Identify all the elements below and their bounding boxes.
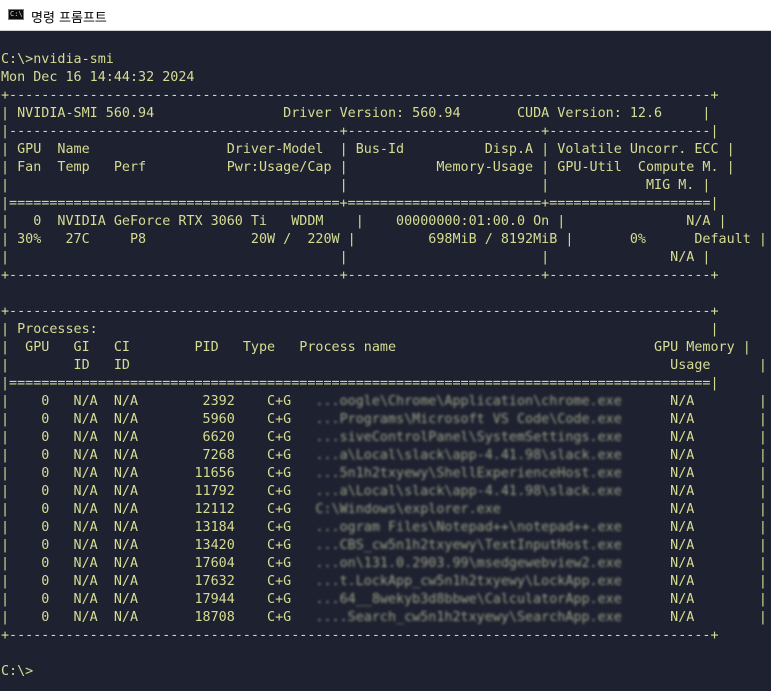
gpu-header-row-2: | Fan Temp Perf Pwr:Usage/Cap | Memory-U… (1, 160, 735, 175)
process-name: ...ogram Files\Notepad++\notepad++.exe (315, 520, 638, 535)
process-mem: N/A | (670, 394, 767, 409)
process-mem: N/A | (670, 502, 767, 517)
table-border: +---------------------------------------… (1, 628, 719, 643)
process-row: | 0 N/A N/A 7268 C+G (1, 448, 316, 463)
process-mem: N/A | (670, 538, 767, 553)
process-row: | 0 N/A N/A 13184 C+G (1, 520, 316, 535)
process-mem: N/A | (670, 430, 767, 445)
process-row: | 0 N/A N/A 17604 C+G (1, 556, 316, 571)
table-border: |=======================================… (1, 196, 719, 211)
process-name: ...siveControlPanel\SystemSettings.exe (315, 430, 638, 445)
gpu-header-row-1: | GPU Name Driver-Model | Bus-Id Disp.A … (1, 142, 735, 157)
process-name: ...oogle\Chrome\Application\chrome.exe (315, 394, 638, 409)
table-border: +---------------------------------------… (1, 304, 719, 319)
process-row: | 0 N/A N/A 12112 C+G (1, 502, 316, 517)
table-border: +---------------------------------------… (1, 268, 719, 283)
process-row: | 0 N/A N/A 18708 C+G (1, 610, 316, 625)
gpu-row-2: | 30% 27C P8 20W / 220W | 698MiB / 8192M… (1, 232, 767, 247)
process-header-row-2: | ID ID Usage | (1, 358, 767, 373)
table-border: |=======================================… (1, 376, 719, 391)
process-name: ...a\Local\slack\app-4.41.98\slack.exe (315, 448, 638, 463)
process-name: ...a\Local\slack\app-4.41.98\slack.exe (315, 484, 638, 499)
process-name: ...5n1h2txyewy\ShellExperienceHost.exe (315, 466, 638, 481)
process-row: | 0 N/A N/A 11792 C+G (1, 484, 316, 499)
process-row: | 0 N/A N/A 11656 C+G (1, 466, 316, 481)
command-prompt: C:\> (1, 52, 34, 67)
gpu-header-row-3: | | | MIG M. | (1, 178, 711, 193)
process-mem: N/A | (670, 592, 767, 607)
process-mem: N/A | (670, 466, 767, 481)
process-row: | 0 N/A N/A 6620 C+G (1, 430, 316, 445)
window-title: 명령 프롬프트 (31, 11, 107, 26)
cmd-icon-text: C:\ (10, 10, 23, 18)
gpu-row-1: | 0 NVIDIA GeForce RTX 3060 Ti WDDM | 00… (1, 214, 727, 229)
process-row: | 0 N/A N/A 13420 C+G (1, 538, 316, 553)
final-prompt: C:\> (1, 664, 34, 679)
process-name: ...t.LockApp_cw5n1h2txyewy\LockApp.exe (315, 574, 638, 589)
process-name: ....Search_cw5n1h2txyewy\SearchApp.exe (315, 610, 638, 625)
process-name: ...on\131.0.2903.99\msedgewebview2.exe (315, 556, 638, 571)
process-mem: N/A | (670, 448, 767, 463)
timestamp: Mon Dec 16 14:44:32 2024 (1, 70, 195, 85)
process-row: | 0 N/A N/A 17944 C+G (1, 592, 316, 607)
console-area[interactable]: C:\>nvidia-smi Mon Dec 16 14:44:32 2024 … (1, 31, 771, 691)
process-row: | 0 N/A N/A 2392 C+G (1, 394, 316, 409)
process-mem: N/A | (670, 484, 767, 499)
command-text: nvidia-smi (33, 52, 114, 67)
table-border: |---------------------------------------… (1, 124, 719, 139)
process-mem: N/A | (670, 574, 767, 589)
cmd-icon: C:\ (8, 9, 24, 20)
process-name: ...64__8wekyb3d8bbwe\CalculatorApp.exe (315, 592, 638, 607)
process-row: | 0 N/A N/A 5960 C+G (1, 412, 316, 427)
process-mem: N/A | (670, 520, 767, 535)
process-name: ...Programs\Microsoft VS Code\Code.exe (315, 412, 638, 427)
processes-label: | Processes: | (1, 322, 719, 337)
process-name: C:\Windows\explorer.exe (315, 502, 638, 517)
process-name: ...CBS_cw5n1h2txyewy\TextInputHost.exe (315, 538, 638, 553)
title-bar: C:\ 명령 프롬프트 (0, 0, 771, 31)
process-mem: N/A | (670, 556, 767, 571)
smi-version-line: | NVIDIA-SMI 560.94 Driver Version: 560.… (1, 106, 711, 121)
gpu-row-3: | | | N/A | (1, 250, 711, 265)
process-mem: N/A | (670, 610, 767, 625)
table-border: +---------------------------------------… (1, 88, 719, 103)
terminal-output: C:\>nvidia-smi Mon Dec 16 14:44:32 2024 … (1, 51, 767, 681)
process-header-row-1: | GPU GI CI PID Type Process name GPU Me… (1, 340, 751, 355)
process-row: | 0 N/A N/A 17632 C+G (1, 574, 316, 589)
process-mem: N/A | (670, 412, 767, 427)
